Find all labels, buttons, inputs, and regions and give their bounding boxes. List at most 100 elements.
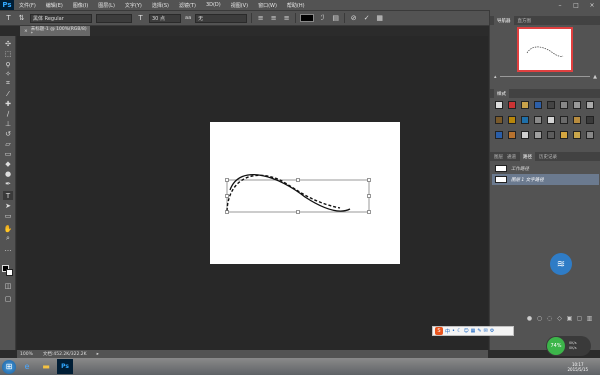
ime-emoji-icon[interactable]: ☺	[463, 328, 468, 334]
fill-path-icon[interactable]: ●	[526, 315, 533, 322]
zoom-in-icon[interactable]: ▲	[593, 74, 597, 80]
menu-help[interactable]: 帮助(H)	[282, 2, 310, 9]
taskbar-ie-icon[interactable]: e	[19, 359, 35, 374]
font-size-select[interactable]: 30 点	[149, 13, 181, 23]
delete-path-icon[interactable]: ▥	[586, 315, 593, 322]
ime-tools-icon[interactable]: ✎	[477, 328, 481, 334]
style-swatch[interactable]	[521, 131, 529, 139]
style-swatch[interactable]	[586, 101, 594, 109]
style-swatch[interactable]	[508, 116, 516, 124]
menu-edit[interactable]: 编辑(E)	[41, 2, 68, 9]
navigator-thumbnail[interactable]	[517, 27, 573, 72]
rectangle-tool-icon[interactable]: ▭	[3, 211, 13, 220]
healing-brush-icon[interactable]: ✚	[3, 99, 13, 108]
crop-tool-icon[interactable]: ⌗	[3, 79, 13, 88]
tab-channels[interactable]: 通道	[507, 154, 516, 160]
align-right-icon[interactable]: ≡	[282, 14, 291, 23]
marquee-tool-icon[interactable]: ⬚	[3, 49, 13, 58]
ime-settings-icon[interactable]: ⚙	[490, 328, 494, 334]
antialias-select[interactable]: 无	[195, 13, 248, 23]
history-brush-icon[interactable]: ↺	[3, 129, 13, 138]
new-path-icon[interactable]: ▢	[576, 315, 583, 322]
style-swatch[interactable]	[560, 101, 568, 109]
menu-layer[interactable]: 图层(L)	[93, 2, 120, 9]
style-swatch[interactable]	[547, 131, 555, 139]
style-swatch[interactable]	[573, 116, 581, 124]
ime-skin-icon[interactable]: ✉	[484, 328, 488, 334]
warp-text-icon[interactable]: ℐ	[318, 14, 327, 23]
network-speed-widget[interactable]: 74% 0K/s 0K/s	[546, 336, 591, 356]
style-swatch[interactable]	[495, 116, 503, 124]
zoom-level[interactable]: 100%	[20, 352, 33, 357]
stroke-path-icon[interactable]: ○	[536, 315, 543, 322]
style-swatch[interactable]	[547, 116, 555, 124]
menu-window[interactable]: 窗口(W)	[253, 2, 282, 9]
start-button[interactable]: ⊞	[2, 359, 16, 374]
ime-mode[interactable]: 中	[445, 328, 450, 335]
tab-layers[interactable]: 图层	[494, 154, 503, 160]
text-color-swatch[interactable]	[300, 14, 315, 22]
character-panel-icon[interactable]: ▤	[331, 14, 340, 23]
navigator-zoom-slider[interactable]: ▴ ▲	[494, 74, 597, 80]
ime-moon-icon[interactable]: ☾	[457, 328, 461, 334]
wifi-float-icon[interactable]: ≋	[550, 253, 572, 275]
load-selection-icon[interactable]: ◌	[546, 315, 553, 322]
menu-type[interactable]: 文字(Y)	[120, 2, 147, 9]
brush-tool-icon[interactable]: ∕	[3, 109, 13, 118]
hand-tool-icon[interactable]: ✋	[3, 224, 13, 233]
style-swatch[interactable]	[534, 116, 542, 124]
eyedropper-icon[interactable]: ⁄	[3, 89, 13, 98]
ime-toolbar[interactable]: S 中 • ☾ ☺ ▦ ✎ ✉ ⚙	[432, 326, 514, 336]
style-swatch[interactable]	[547, 101, 555, 109]
magic-wand-icon[interactable]: ✧	[3, 69, 13, 78]
style-swatch[interactable]	[586, 131, 594, 139]
font-family-select[interactable]: 黑体 Regular	[30, 13, 92, 23]
style-swatch[interactable]	[586, 116, 594, 124]
add-mask-icon[interactable]: ▣	[566, 315, 573, 322]
zoom-out-icon[interactable]: ▴	[494, 74, 497, 80]
style-swatch[interactable]	[508, 101, 516, 109]
path-item-text[interactable]: 图层 1 文字路径	[492, 174, 599, 185]
taskbar-explorer-icon[interactable]: ▬	[38, 359, 54, 374]
tab-styles[interactable]: 样式	[494, 89, 509, 98]
orientation-toggle-icon[interactable]: ⇅	[17, 14, 26, 23]
type-tool-icon[interactable]: T	[4, 14, 13, 23]
maximize-button[interactable]: □	[568, 0, 584, 10]
lasso-tool-icon[interactable]: ϙ	[3, 59, 13, 68]
document-tab-close[interactable]: ×	[24, 29, 28, 34]
style-swatch[interactable]	[508, 131, 516, 139]
menu-3d[interactable]: 3D(D)	[201, 2, 226, 8]
background-color-swatch[interactable]	[6, 269, 13, 276]
more-tools-icon[interactable]: …	[3, 244, 13, 253]
taskbar-photoshop-icon[interactable]: Ps	[57, 359, 73, 374]
ime-punct-icon[interactable]: •	[452, 328, 455, 334]
document-tab[interactable]: × 未标题-1 @ 100%(RGB/8) *	[20, 26, 90, 37]
tab-paths[interactable]: 路径	[520, 152, 535, 161]
tab-navigator[interactable]: 导航器	[494, 16, 514, 25]
document-canvas[interactable]	[210, 122, 400, 264]
type-tool-icon[interactable]: T	[3, 191, 13, 200]
align-center-icon[interactable]: ≡	[269, 14, 278, 23]
path-selection-icon[interactable]: ➤	[3, 201, 13, 210]
blur-tool-icon[interactable]: ◆	[3, 159, 13, 168]
style-swatch[interactable]	[521, 101, 529, 109]
commit-icon[interactable]: ✓	[362, 14, 371, 23]
align-left-icon[interactable]: ≡	[256, 14, 265, 23]
document-info[interactable]: 文档:452.2K/322.2K	[43, 351, 87, 357]
system-clock[interactable]: 10:17 2015/5/15	[567, 358, 588, 375]
zoom-tool-icon[interactable]: ⌕	[3, 234, 13, 243]
style-swatch[interactable]	[534, 131, 542, 139]
menu-image[interactable]: 图像(I)	[68, 2, 93, 9]
menu-select[interactable]: 选择(S)	[147, 2, 174, 9]
style-swatch[interactable]	[495, 131, 503, 139]
font-style-select[interactable]	[96, 13, 132, 23]
style-swatch[interactable]	[495, 101, 503, 109]
move-tool-icon[interactable]: ✣	[3, 39, 13, 48]
style-swatch[interactable]	[560, 116, 568, 124]
style-swatch[interactable]	[521, 116, 529, 124]
status-arrow-icon[interactable]: ▸	[97, 352, 99, 357]
quick-mask-icon[interactable]: ◫	[3, 281, 13, 290]
cancel-icon[interactable]: ⊘	[349, 14, 358, 23]
menu-view[interactable]: 视图(V)	[226, 2, 253, 9]
pen-tool-icon[interactable]: ✒	[3, 179, 13, 188]
